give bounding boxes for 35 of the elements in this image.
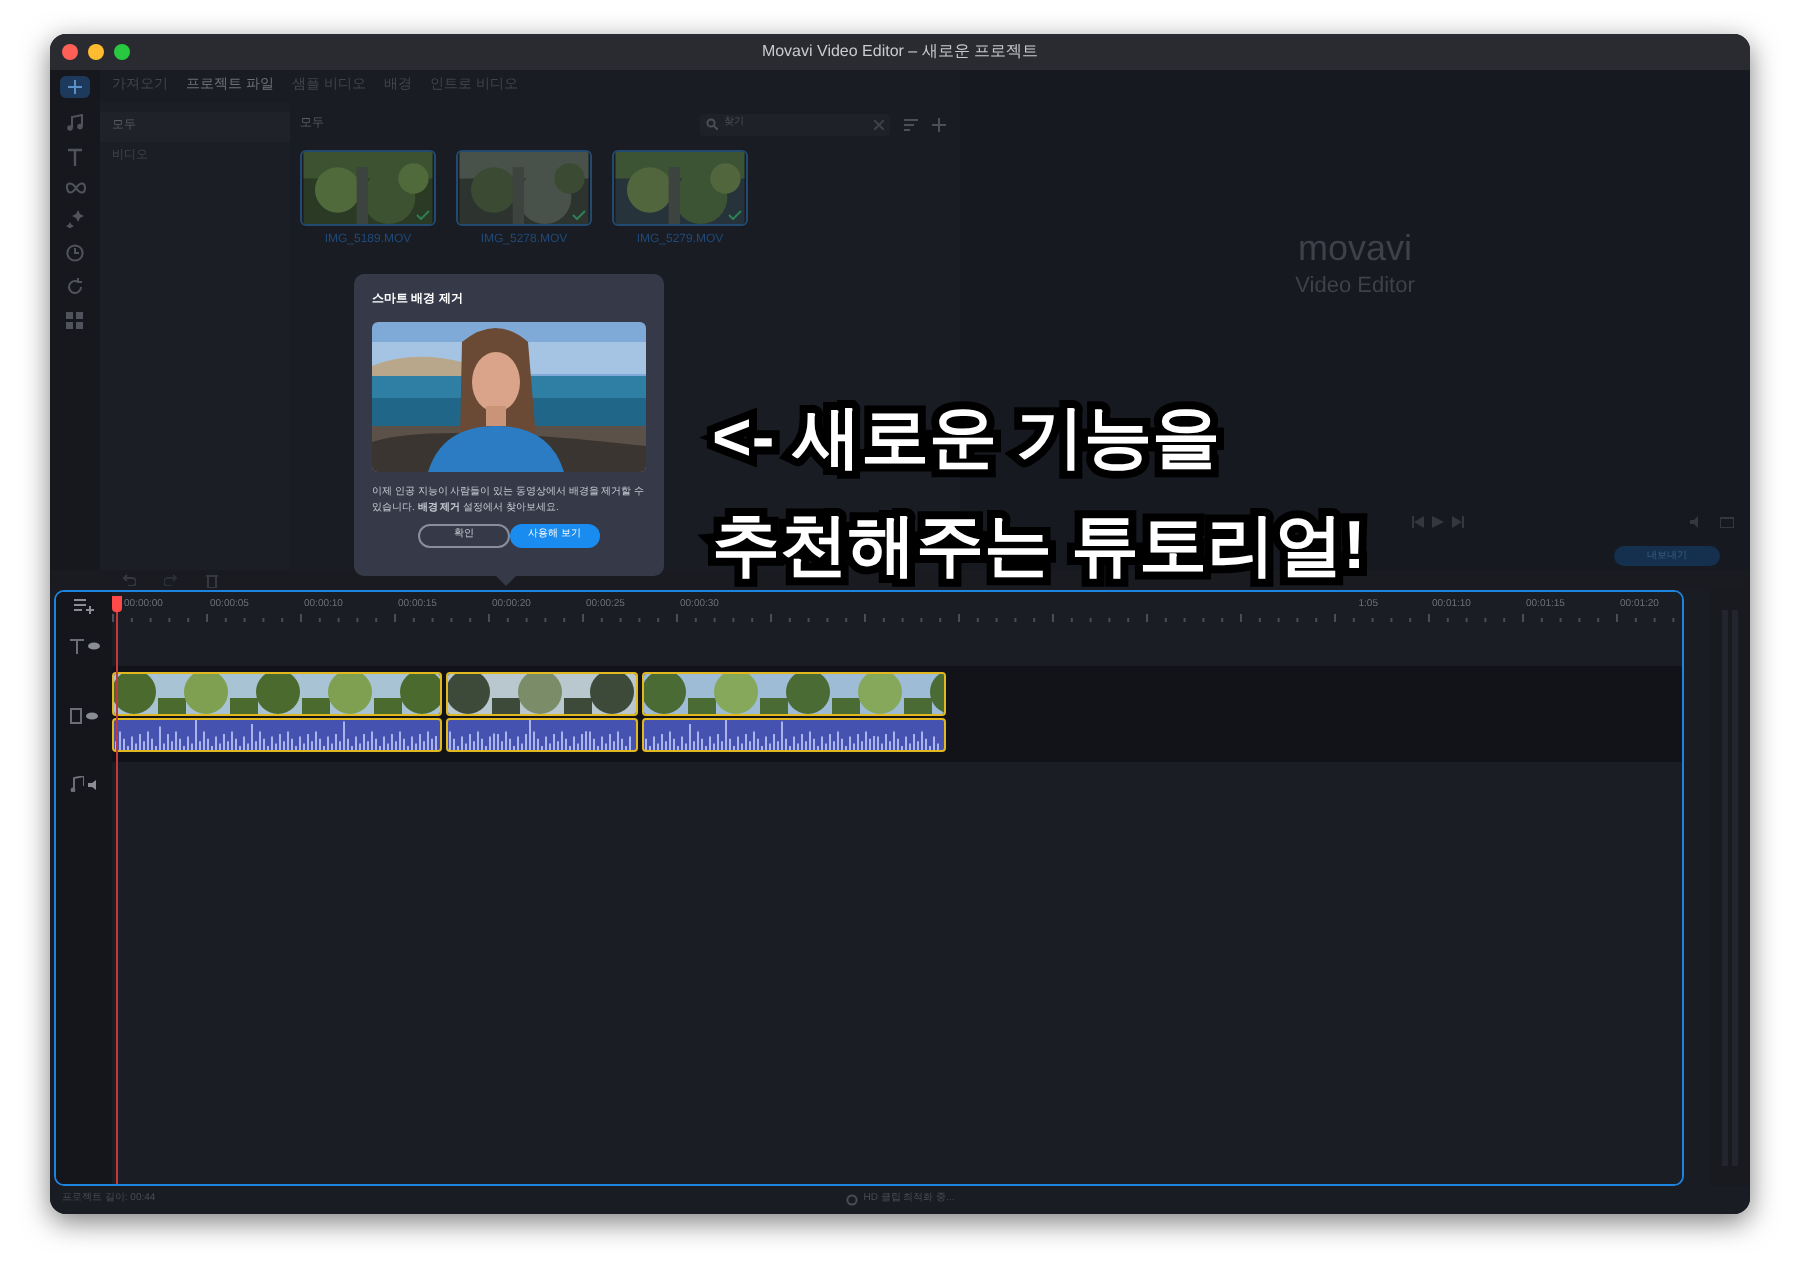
add-icon[interactable]	[932, 117, 946, 131]
sparkle-icon[interactable]	[66, 210, 84, 228]
music-icon	[69, 776, 83, 792]
camera-icon[interactable]	[1720, 516, 1734, 528]
minimize-button[interactable]	[88, 44, 104, 60]
undo-icon[interactable]	[122, 574, 136, 586]
clear-icon[interactable]	[874, 119, 884, 129]
window-title: Movavi Video Editor – 새로운 프로젝트	[761, 40, 1039, 64]
close-button[interactable]	[62, 44, 78, 60]
add-button[interactable]	[60, 76, 90, 98]
play-icon[interactable]	[1432, 516, 1444, 528]
trash-icon[interactable]	[206, 573, 218, 587]
film-icon	[70, 708, 82, 724]
plus-icon	[68, 80, 82, 94]
clock-icon[interactable]	[66, 244, 84, 262]
volume-icon[interactable]	[1690, 516, 1704, 528]
grid-icon[interactable]	[66, 312, 84, 330]
text-icon	[69, 638, 83, 654]
spinner-icon	[845, 1194, 858, 1206]
playhead[interactable]	[112, 596, 122, 1184]
zoom-button[interactable]	[114, 44, 130, 60]
music-icon[interactable]	[66, 114, 84, 132]
annotation-text: <- 새로운 기능을	[712, 398, 1223, 480]
eye-icon[interactable]	[86, 712, 98, 720]
skip-forward-icon[interactable]	[1452, 516, 1464, 528]
eye-icon[interactable]	[87, 642, 99, 650]
speaker-icon[interactable]	[87, 779, 99, 789]
infinity-icon[interactable]	[65, 182, 85, 194]
text-icon[interactable]	[66, 148, 84, 166]
rotate-icon[interactable]	[66, 278, 84, 296]
skip-back-icon[interactable]	[1412, 516, 1424, 528]
search-icon	[706, 118, 718, 130]
annotation-text: 추천해주는 튜토리얼!	[712, 506, 1366, 588]
add-track-icon[interactable]	[74, 598, 94, 614]
sort-icon[interactable]	[904, 117, 918, 131]
